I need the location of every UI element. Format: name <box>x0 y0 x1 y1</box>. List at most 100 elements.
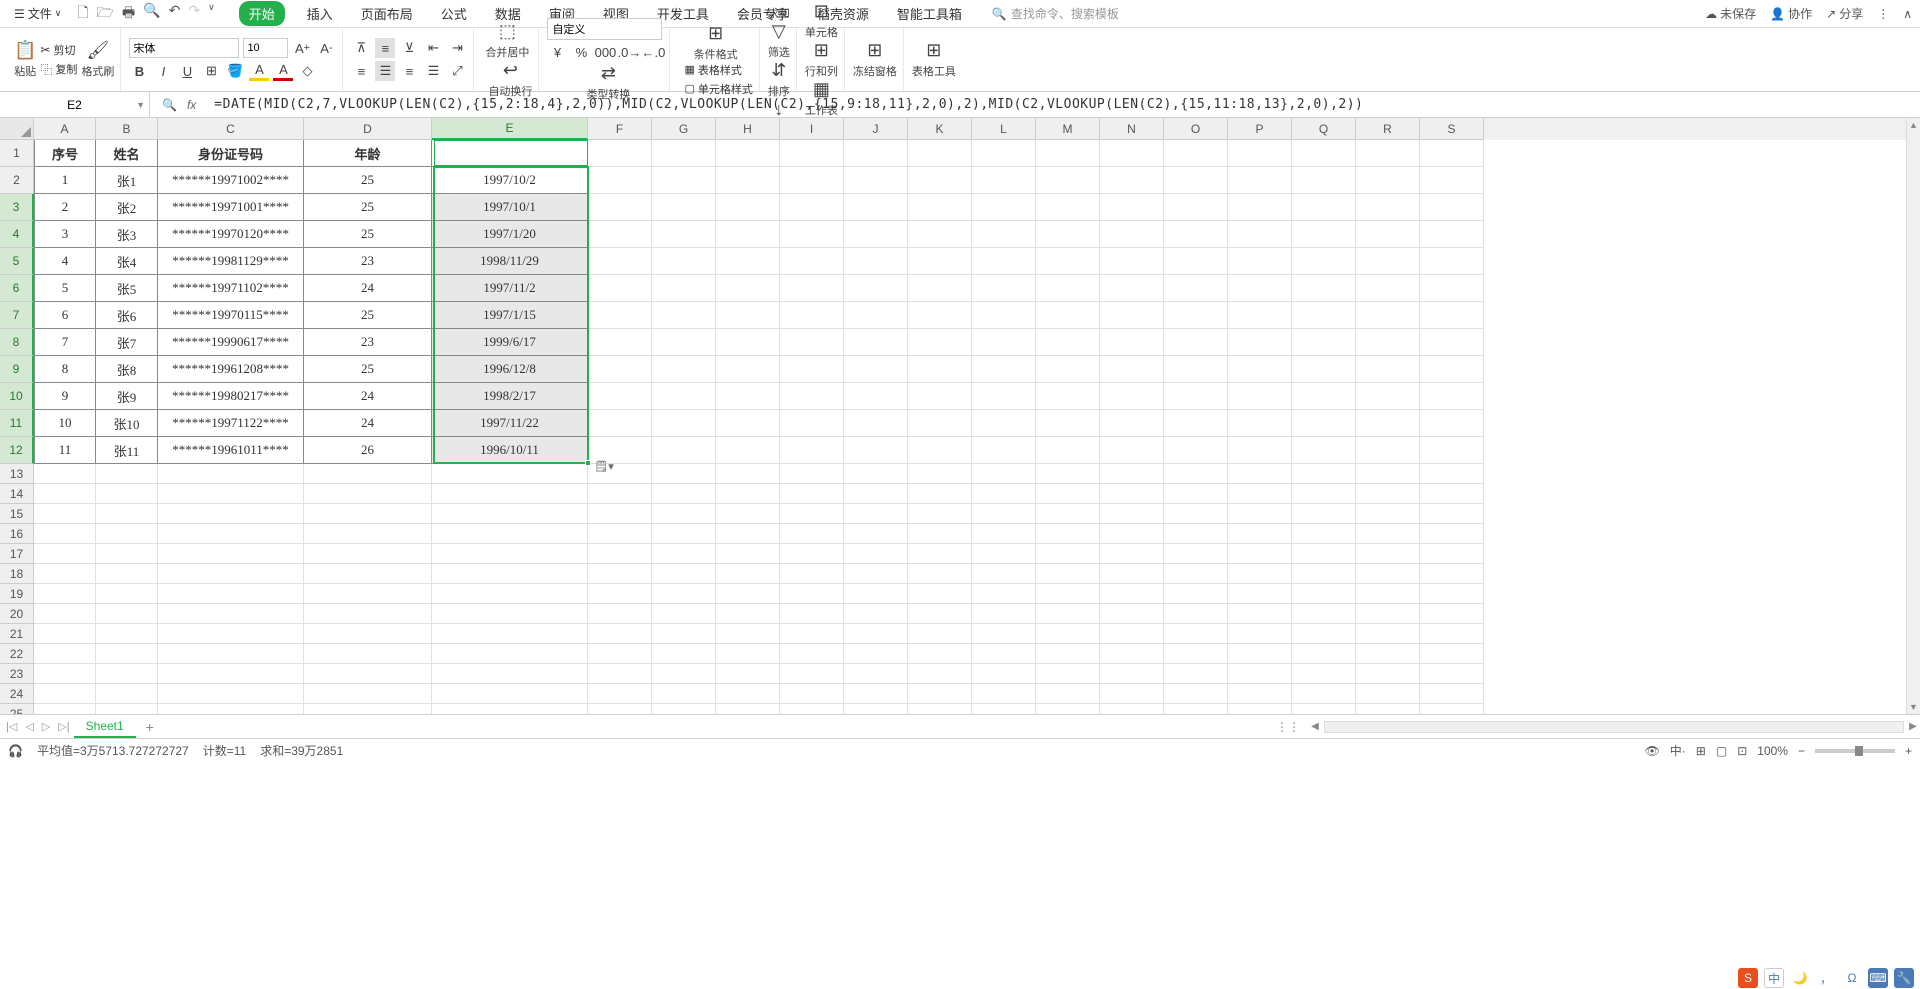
indent-left-icon[interactable]: ⇤ <box>423 38 443 58</box>
cell-K4[interactable] <box>908 221 972 248</box>
col-header-M[interactable]: M <box>1036 118 1100 140</box>
cell-C11[interactable]: ******19971122**** <box>158 410 304 437</box>
cell-S2[interactable] <box>1420 167 1484 194</box>
cell-B24[interactable] <box>96 684 158 704</box>
scroll-left-icon[interactable]: ◀ <box>1308 720 1322 734</box>
cell-S22[interactable] <box>1420 644 1484 664</box>
cell-L10[interactable] <box>972 383 1036 410</box>
clear-format-icon[interactable]: ◇ <box>297 61 317 81</box>
row-header-10[interactable]: 10 <box>0 383 34 410</box>
cell-F25[interactable] <box>588 704 652 714</box>
cell-C4[interactable]: ******19970120**** <box>158 221 304 248</box>
cell-B20[interactable] <box>96 604 158 624</box>
cell-S7[interactable] <box>1420 302 1484 329</box>
cell-N21[interactable] <box>1100 624 1164 644</box>
cell-J13[interactable] <box>844 464 908 484</box>
cell-S8[interactable] <box>1420 329 1484 356</box>
cell-F17[interactable] <box>588 544 652 564</box>
cell-G24[interactable] <box>652 684 716 704</box>
cell-I24[interactable] <box>780 684 844 704</box>
cell-J4[interactable] <box>844 221 908 248</box>
cell-H21[interactable] <box>716 624 780 644</box>
cell-E5[interactable]: 1998/11/29 <box>432 248 588 275</box>
cell-L20[interactable] <box>972 604 1036 624</box>
cell-G1[interactable] <box>652 140 716 167</box>
cell-K10[interactable] <box>908 383 972 410</box>
undo-icon[interactable]: ↶ <box>169 2 181 26</box>
col-header-R[interactable]: R <box>1356 118 1420 140</box>
vertical-scrollbar[interactable]: ▲ ▼ <box>1906 118 1920 714</box>
cell-I22[interactable] <box>780 644 844 664</box>
cell-G2[interactable] <box>652 167 716 194</box>
scroll-down-icon[interactable]: ▼ <box>1907 700 1920 714</box>
cell-P20[interactable] <box>1228 604 1292 624</box>
cell-C6[interactable]: ******19971102**** <box>158 275 304 302</box>
cell-G6[interactable] <box>652 275 716 302</box>
row-header-3[interactable]: 3 <box>0 194 34 221</box>
cell-E20[interactable] <box>432 604 588 624</box>
cell-K13[interactable] <box>908 464 972 484</box>
row-header-5[interactable]: 5 <box>0 248 34 275</box>
cell-B12[interactable]: 张11 <box>96 437 158 464</box>
align-top-icon[interactable]: ⊼ <box>351 38 371 58</box>
cell-J3[interactable] <box>844 194 908 221</box>
cell-F18[interactable] <box>588 564 652 584</box>
cell-P14[interactable] <box>1228 484 1292 504</box>
col-header-S[interactable]: S <box>1420 118 1484 140</box>
cell-C19[interactable] <box>158 584 304 604</box>
tab-formula[interactable]: 公式 <box>435 1 473 26</box>
cell-G22[interactable] <box>652 644 716 664</box>
chevron-down-icon[interactable]: ∨ <box>208 2 215 26</box>
cell-P4[interactable] <box>1228 221 1292 248</box>
cell-S20[interactable] <box>1420 604 1484 624</box>
cell-S10[interactable] <box>1420 383 1484 410</box>
cell-N15[interactable] <box>1100 504 1164 524</box>
command-search[interactable]: 🔍 查找命令、搜索模板 <box>992 5 1119 22</box>
cell-F23[interactable] <box>588 664 652 684</box>
cell-B14[interactable] <box>96 484 158 504</box>
cell-B25[interactable] <box>96 704 158 714</box>
font-color-icon[interactable]: A <box>273 61 293 81</box>
cell-N6[interactable] <box>1100 275 1164 302</box>
cell-K23[interactable] <box>908 664 972 684</box>
cell-J1[interactable] <box>844 140 908 167</box>
cell-Q20[interactable] <box>1292 604 1356 624</box>
cell-L18[interactable] <box>972 564 1036 584</box>
col-header-O[interactable]: O <box>1164 118 1228 140</box>
cell-A7[interactable]: 6 <box>34 302 96 329</box>
row-header-24[interactable]: 24 <box>0 684 34 704</box>
cell-H24[interactable] <box>716 684 780 704</box>
cell-A10[interactable]: 9 <box>34 383 96 410</box>
cell-L9[interactable] <box>972 356 1036 383</box>
cell-A14[interactable] <box>34 484 96 504</box>
cell-E24[interactable] <box>432 684 588 704</box>
cell-J18[interactable] <box>844 564 908 584</box>
cell-R24[interactable] <box>1356 684 1420 704</box>
row-header-25[interactable]: 25 <box>0 704 34 714</box>
cell-F22[interactable] <box>588 644 652 664</box>
cell-B10[interactable]: 张9 <box>96 383 158 410</box>
unsaved-indicator[interactable]: ☁未保存 <box>1705 5 1756 22</box>
cell-I14[interactable] <box>780 484 844 504</box>
cell-L7[interactable] <box>972 302 1036 329</box>
cell-R10[interactable] <box>1356 383 1420 410</box>
cell-R25[interactable] <box>1356 704 1420 714</box>
border-icon[interactable]: ⊞ <box>201 61 221 81</box>
cell-L3[interactable] <box>972 194 1036 221</box>
cell-R7[interactable] <box>1356 302 1420 329</box>
cell-R9[interactable] <box>1356 356 1420 383</box>
cell-C16[interactable] <box>158 524 304 544</box>
row-header-23[interactable]: 23 <box>0 664 34 684</box>
cell-H11[interactable] <box>716 410 780 437</box>
freeze-button[interactable]: ⊞冻结窗格 <box>853 40 897 79</box>
cell-C25[interactable] <box>158 704 304 714</box>
cell-A4[interactable]: 3 <box>34 221 96 248</box>
cell-N4[interactable] <box>1100 221 1164 248</box>
cell-P17[interactable] <box>1228 544 1292 564</box>
eye-icon[interactable]: 👁 <box>1645 744 1660 758</box>
cell-K24[interactable] <box>908 684 972 704</box>
currency-icon[interactable]: ¥ <box>547 43 567 63</box>
cell-G17[interactable] <box>652 544 716 564</box>
cell-C12[interactable]: ******19961011**** <box>158 437 304 464</box>
cell-M11[interactable] <box>1036 410 1100 437</box>
